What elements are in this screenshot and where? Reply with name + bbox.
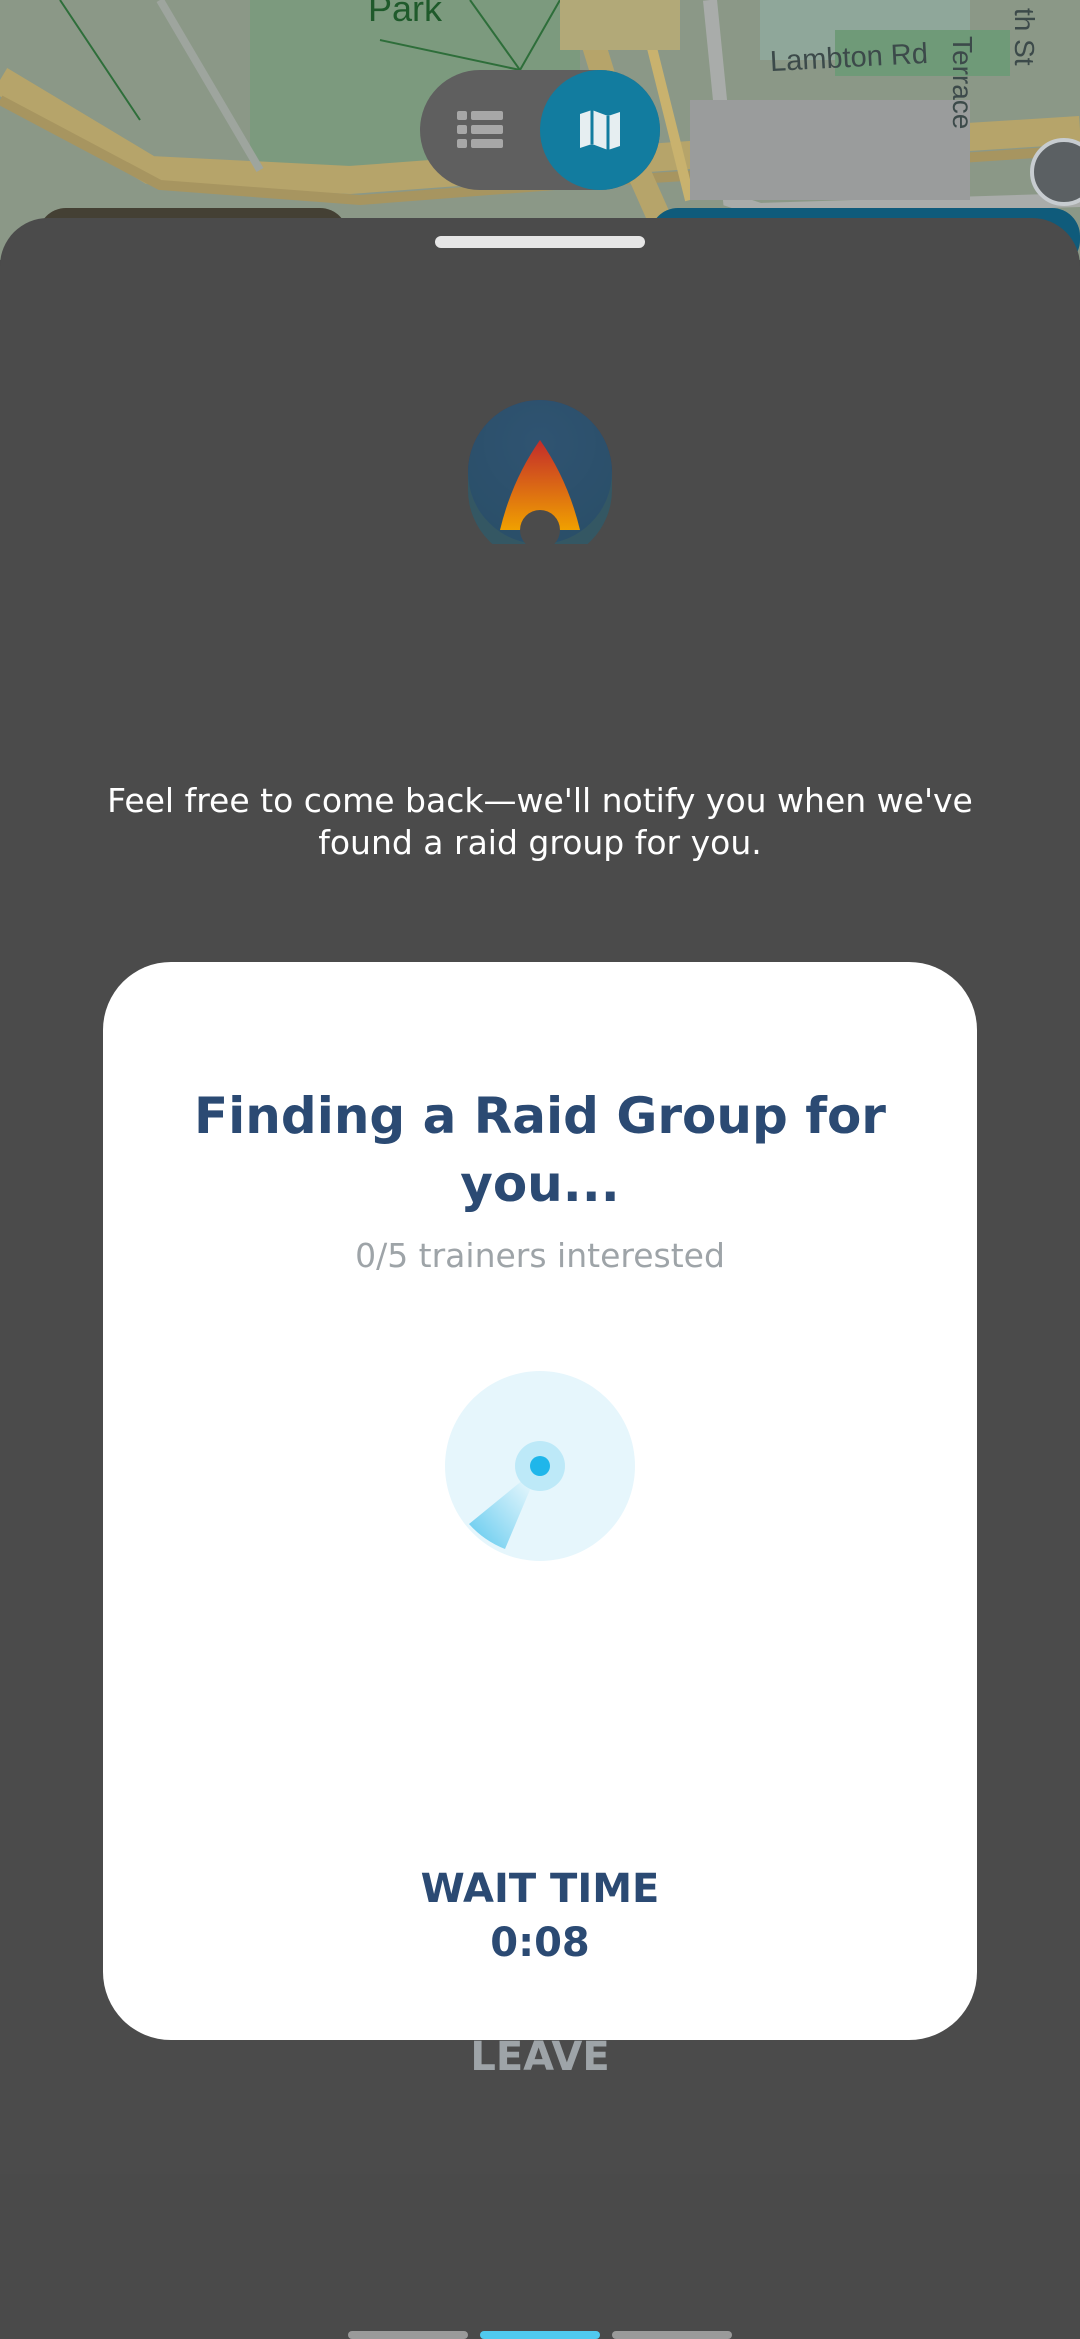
card-title: Finding a Raid Group for you... <box>194 1087 886 1213</box>
wait-time-label: WAIT TIME <box>420 1866 660 1912</box>
drag-handle[interactable] <box>435 236 645 248</box>
view-toggle <box>420 70 660 190</box>
raid-bottom-sheet: Feel free to come back—we'll notify you … <box>0 218 1080 2339</box>
notify-message: Feel free to come back—we'll notify you … <box>107 781 973 862</box>
map-label-park: Park <box>368 0 443 29</box>
map-label-street: th St <box>1009 8 1040 66</box>
map-view-button[interactable] <box>540 70 660 190</box>
list-icon <box>457 111 503 148</box>
trainers-interested-count: 0/5 trainers interested <box>355 1236 725 1275</box>
radar-icon <box>445 1371 635 1561</box>
page-dot[interactable] <box>348 2331 468 2339</box>
wait-time-value: 0:08 <box>490 1920 590 1966</box>
raid-search-card: Finding a Raid Group for you... 0/5 trai… <box>103 962 977 2080</box>
map-icon <box>580 110 620 150</box>
raid-egg-icon <box>468 400 612 544</box>
list-view-button[interactable] <box>420 70 540 190</box>
page-dot-active[interactable] <box>480 2331 600 2339</box>
page-indicator <box>348 2331 732 2339</box>
page-dot[interactable] <box>612 2331 732 2339</box>
leave-button[interactable]: LEAVE <box>440 2022 640 2092</box>
map-label-terrace: Terrace <box>947 36 978 130</box>
